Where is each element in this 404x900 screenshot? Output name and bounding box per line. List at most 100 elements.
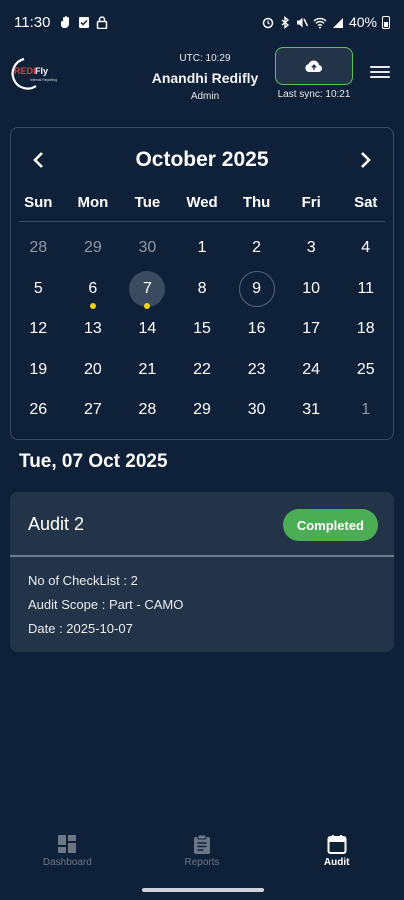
- sync-button[interactable]: [275, 47, 353, 85]
- check-box-icon: [79, 16, 90, 28]
- audit-scope: Audit Scope : Part - CAMO: [28, 597, 184, 612]
- nav-dashboard[interactable]: Dashboard: [0, 828, 135, 878]
- status-bar: 11:30 40%: [0, 0, 404, 44]
- calendar-day[interactable]: 9: [229, 269, 284, 310]
- calendar-day[interactable]: 4: [338, 228, 393, 269]
- calendar-day-number: 6: [88, 279, 98, 297]
- battery-percent: 40%: [348, 14, 377, 30]
- calendar-day[interactable]: 27: [66, 390, 121, 431]
- home-indicator[interactable]: [142, 888, 264, 892]
- calendar-day[interactable]: 5: [11, 269, 66, 310]
- weekday-label: Mon: [77, 194, 109, 211]
- clipboard-icon: [194, 834, 210, 854]
- calendar-day[interactable]: 28: [120, 390, 175, 431]
- calendar-week-row: 19 20 21 22 23 24 25: [11, 350, 393, 391]
- audit-card[interactable]: Audit 2 Completed No of CheckList : 2 Au…: [10, 492, 394, 652]
- battery-icon: [382, 15, 390, 29]
- alarm-icon: [262, 17, 274, 28]
- chevron-right-icon: [361, 152, 371, 168]
- calendar-day-number: 1: [197, 239, 207, 257]
- calendar-day[interactable]: 29: [175, 390, 230, 431]
- calendar-header: October 2025: [11, 128, 393, 192]
- calendar-day[interactable]: 11: [338, 269, 393, 310]
- calendar-day-number: 29: [83, 239, 102, 257]
- weekday-header-row: Sun Mon Tue Wed Thu Fri Sat: [11, 194, 393, 220]
- month-title: October 2025: [135, 148, 269, 171]
- calendar-day[interactable]: 28: [11, 228, 66, 269]
- calendar-day[interactable]: 12: [11, 309, 66, 350]
- weekday-label: Sat: [354, 194, 378, 211]
- calendar-icon: [327, 835, 347, 854]
- calendar-day[interactable]: 14: [120, 309, 175, 350]
- calendar-day-number: 5: [33, 279, 43, 297]
- mute-icon: [296, 17, 308, 27]
- calendar-day-number: 14: [138, 320, 157, 338]
- calendar-day[interactable]: 8: [175, 269, 230, 310]
- calendar-day[interactable]: 7: [120, 269, 175, 309]
- calendar-day[interactable]: 10: [284, 269, 339, 310]
- calendar-week-row: 26 27 28 29 30 31 1: [11, 390, 393, 431]
- calendar-day[interactable]: 3: [284, 228, 339, 269]
- calendar-day-number: 3: [306, 239, 316, 257]
- calendar-day[interactable]: 18: [338, 309, 393, 350]
- calendar-week-row: 12 13 14 15 16 17 18: [11, 309, 393, 350]
- calendar-day-number: 1: [361, 401, 371, 419]
- nav-audit[interactable]: Audit: [269, 828, 404, 878]
- weekday-label: Tue: [134, 194, 161, 211]
- calendar-day-grid: 28 29 30 1 2 3 4 5 6 7 8 9 10 11 12 13 14 15 16 17 18 19 20 21 2…: [11, 228, 393, 431]
- calendar-day[interactable]: 16: [229, 309, 284, 350]
- audit-date: Date : 2025-10-07: [28, 621, 133, 636]
- calendar-day[interactable]: 20: [66, 350, 121, 391]
- calendar-week-row: 5 6 7 8 9 10 11: [11, 269, 393, 310]
- calendar-day-number: 13: [83, 320, 102, 338]
- hamburger-menu-icon[interactable]: [370, 66, 390, 82]
- calendar-day[interactable]: 30: [229, 390, 284, 431]
- calendar-day[interactable]: 25: [338, 350, 393, 391]
- status-badge: Completed: [282, 509, 378, 541]
- bottom-navigation: Dashboard Reports Audit: [0, 828, 404, 878]
- calendar-day-number: 7: [129, 270, 166, 307]
- calendar-day-number: 26: [29, 401, 48, 419]
- last-sync-text: Last sync: 10:21: [277, 89, 351, 100]
- bluetooth-icon: [281, 15, 290, 29]
- selected-date-heading: Tue, 07 Oct 2025: [19, 451, 168, 472]
- calendar-day-number: 28: [138, 401, 157, 419]
- calendar-day-number: 23: [247, 360, 266, 378]
- calendar-day-number: 21: [138, 360, 157, 378]
- calendar-day[interactable]: 1: [175, 228, 230, 269]
- nav-reports[interactable]: Reports: [135, 828, 270, 878]
- calendar-day-number: 4: [361, 239, 371, 257]
- calendar-day[interactable]: 31: [284, 390, 339, 431]
- lock-icon: [97, 15, 108, 29]
- calendar-day-number: 20: [83, 360, 102, 378]
- weekday-divider: [19, 221, 385, 222]
- calendar-day[interactable]: 29: [66, 228, 121, 269]
- calendar-day-number: 30: [138, 239, 157, 257]
- weekday-label: Wed: [186, 194, 218, 211]
- calendar-day[interactable]: 21: [120, 350, 175, 391]
- calendar-day[interactable]: 15: [175, 309, 230, 350]
- nav-dashboard-label: Dashboard: [42, 857, 92, 868]
- next-month-button[interactable]: [351, 146, 379, 174]
- calendar-day[interactable]: 30: [120, 228, 175, 269]
- calendar-day-number: 10: [302, 279, 321, 297]
- svg-text:Fly: Fly: [35, 66, 48, 76]
- calendar-day[interactable]: 1: [338, 390, 393, 431]
- calendar-day-number: 24: [302, 360, 321, 378]
- wifi-icon: [313, 17, 327, 28]
- calendar-day-number: 11: [357, 279, 375, 297]
- user-name: Anandhi Redifly: [151, 70, 259, 86]
- calendar-day[interactable]: 6: [66, 269, 121, 309]
- calendar-day[interactable]: 13: [66, 309, 121, 350]
- calendar-day[interactable]: 24: [284, 350, 339, 391]
- calendar-day[interactable]: 2: [229, 228, 284, 269]
- calendar-day[interactable]: 22: [175, 350, 230, 391]
- calendar-day[interactable]: 17: [284, 309, 339, 350]
- calendar-day[interactable]: 19: [11, 350, 66, 391]
- card-divider: [10, 555, 394, 557]
- weekday-label: Thu: [242, 194, 271, 211]
- app-header: REDI Fly Internal Reporting UTC: 10:29 A…: [0, 44, 404, 106]
- calendar-day[interactable]: 23: [229, 350, 284, 391]
- calendar-day-number: 25: [356, 360, 375, 378]
- calendar-day[interactable]: 26: [11, 390, 66, 431]
